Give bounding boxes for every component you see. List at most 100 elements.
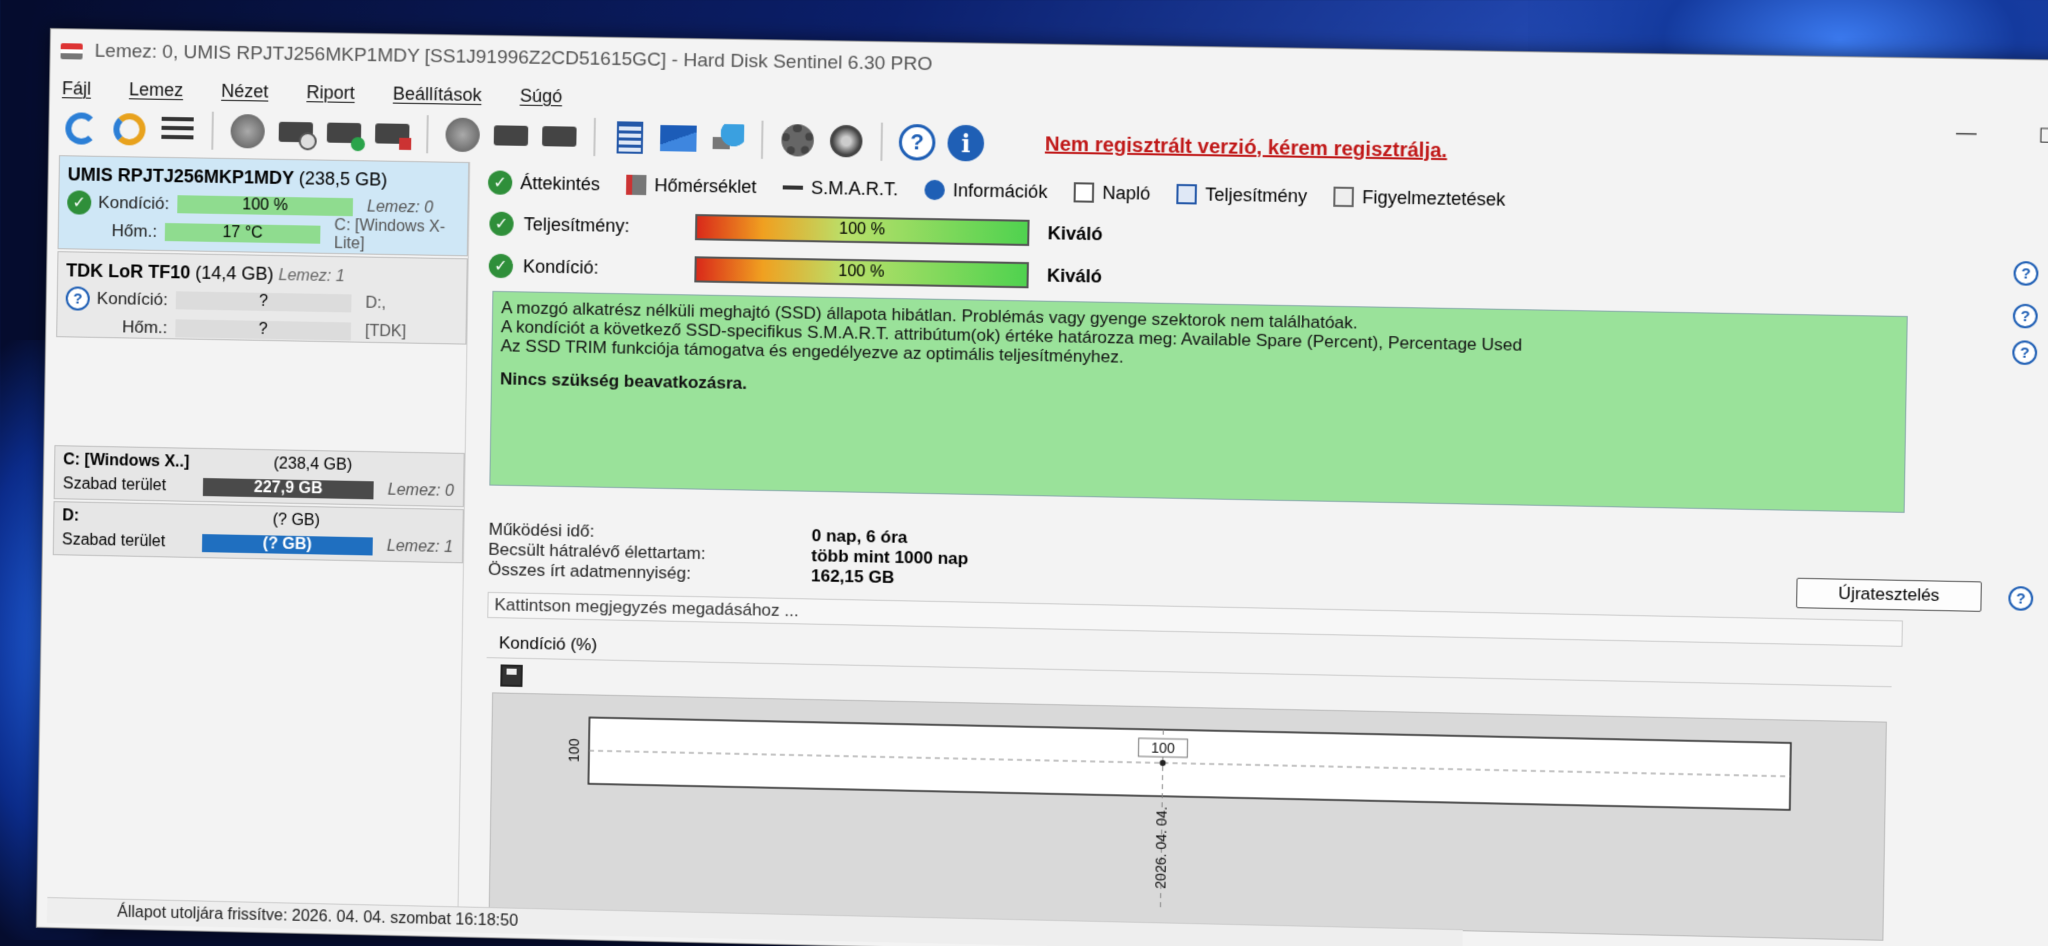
email-button[interactable] <box>658 118 699 159</box>
volume-card-0[interactable]: C: [Windows X..] (238,4 GB) Szabad terül… <box>53 445 465 508</box>
disk-temp-row: Hőm.: 17 °C C: [Windows X-Lite] <box>67 216 460 253</box>
toolbar-separator <box>426 115 429 154</box>
network-button[interactable] <box>706 119 747 160</box>
refresh-button[interactable] <box>61 108 102 149</box>
gear-icon <box>781 124 815 157</box>
window-title: Lemez: 0, UMIS RPJTJ256MKP1MDY [SS1J9199… <box>94 40 933 76</box>
message-help-icon[interactable]: ? <box>2012 340 2038 366</box>
volume-disk-index: Lemez: 1 <box>386 537 454 557</box>
disk-alert-button[interactable] <box>372 113 413 154</box>
tab-temperature[interactable]: Hőmérséklet <box>626 174 757 197</box>
maximize-icon[interactable]: ☐ <box>2038 123 2048 149</box>
tab-smart[interactable]: S.M.A.R.T. <box>782 177 898 200</box>
save-icon[interactable] <box>500 664 523 687</box>
performance-label: Teljesítmény: <box>523 213 630 236</box>
disk-volume: C: [Windows X-Lite] <box>333 216 446 253</box>
disk-list-empty-space <box>54 339 466 453</box>
tab-label: Figyelmeztetések <box>1362 186 1506 210</box>
free-space-label: Szabad terület <box>61 531 166 551</box>
tab-info[interactable]: Információk <box>924 179 1048 202</box>
refresh-all-icon <box>113 113 146 146</box>
volume-size: (238,4 GB) <box>273 455 353 474</box>
network-icon <box>709 123 745 155</box>
temp-bar: 17 °C <box>164 223 321 244</box>
help-button[interactable]: ? <box>897 122 938 163</box>
toolbar-separator <box>211 111 214 150</box>
volume-name: D: <box>62 507 80 525</box>
volume-disk-index: Lemez: 0 <box>387 481 454 500</box>
chart-icon <box>1176 183 1198 205</box>
check-icon: ✓ <box>488 253 514 279</box>
tab-alerts[interactable]: Figyelmeztetések <box>1333 186 1506 210</box>
question-icon: ? <box>65 286 90 311</box>
menu-help[interactable]: Súgó <box>520 85 563 107</box>
plot-area <box>588 718 1790 810</box>
disk-tools-button[interactable] <box>491 115 532 156</box>
toolbar-separator <box>880 122 883 161</box>
condition-label: Kondíció: <box>98 192 170 214</box>
condition-label: Kondíció: <box>96 288 168 310</box>
info-button[interactable]: i <box>945 123 986 164</box>
disk-schedule-button[interactable] <box>275 112 316 153</box>
mail-icon <box>659 125 697 152</box>
disk-ok-icon <box>326 122 362 144</box>
list-button[interactable] <box>157 110 198 151</box>
disk-name: UMIS RPJTJ256MKP1MDY <box>67 164 295 189</box>
backup-button[interactable] <box>539 116 580 157</box>
help-icon: ? <box>898 123 936 161</box>
menu-report[interactable]: Riport <box>306 82 355 104</box>
surface-test-button[interactable] <box>442 114 483 155</box>
disk-card-0[interactable]: UMIS RPJTJ256MKP1MDY (238,5 GB) ✓ Kondíc… <box>57 155 470 257</box>
tab-overview[interactable]: ✓ Áttekintés <box>487 170 601 196</box>
disk-card-1[interactable]: TDK LoR TF10 (14,4 GB) Lemez: 1 ? Kondíc… <box>56 251 468 345</box>
y-tick-label: 100 <box>566 738 583 762</box>
thermometer-icon <box>626 174 647 196</box>
condition-bar: 100 % <box>694 256 1029 289</box>
menu-settings[interactable]: Beállítások <box>393 83 482 105</box>
window-controls: — ☐ <box>1956 122 2048 149</box>
menu-disk[interactable]: Lemez <box>129 79 183 101</box>
disk-test-button[interactable] <box>227 111 268 152</box>
tab-log[interactable]: Napló <box>1073 182 1151 204</box>
tab-label: Teljesítmény <box>1204 183 1308 206</box>
disk-ok-button[interactable] <box>324 112 365 153</box>
disk-vendor: [TDK] <box>364 322 407 341</box>
menu-file[interactable]: Fájl <box>62 78 91 99</box>
condition-bar: ? <box>175 291 352 313</box>
tab-performance[interactable]: Teljesítmény <box>1176 183 1307 206</box>
details-panel: ✓ Áttekintés Hőmérséklet S.M.A.R.T. Infor… <box>469 162 2048 944</box>
document-icon <box>1073 182 1095 203</box>
app-icon <box>60 43 83 60</box>
refresh-all-button[interactable] <box>109 109 150 150</box>
stat-value: 0 nap, 6 óra <box>811 525 908 547</box>
condition-help-icon[interactable]: ? <box>2012 303 2038 329</box>
disk-list-panel: UMIS RPJTJ256MKP1MDY (238,5 GB) ✓ Kondíc… <box>47 155 471 915</box>
disk-alert-icon <box>375 123 410 144</box>
settings-button[interactable] <box>777 120 818 161</box>
info-icon: i <box>947 124 985 162</box>
tab-label: Napló <box>1102 182 1151 204</box>
data-label: 100 <box>1151 739 1175 756</box>
menu-view[interactable]: Nézet <box>221 80 268 102</box>
disk-index: Lemez: 0 <box>366 198 434 217</box>
condition-bar: 100 % <box>177 195 354 217</box>
disk-name: TDK LoR TF10 <box>66 260 191 283</box>
condition-label: Kondíció: <box>522 255 599 278</box>
tab-label: Információk <box>952 179 1048 202</box>
dash-icon <box>782 185 804 190</box>
status-message: A mozgó alkatrész nélküli meghajtó (SSD)… <box>489 290 1908 513</box>
speaker-icon <box>829 124 863 158</box>
sound-button[interactable] <box>826 121 867 162</box>
register-link[interactable]: Nem regisztrált verzió, kérem regisztrál… <box>1045 133 1447 163</box>
retest-button[interactable]: Újratesztelés <box>1796 577 1982 612</box>
toolbar-separator <box>760 120 764 159</box>
tab-label: Áttekintés <box>520 172 601 194</box>
minimize-icon[interactable]: — <box>1956 122 1977 148</box>
retest-help-icon[interactable]: ? <box>2008 586 2034 611</box>
condition-verdict: Kiváló <box>1046 264 1103 287</box>
volume-card-1[interactable]: D: (? GB) Szabad terület (? GB) Lemez: 1 <box>52 501 464 564</box>
disk-stats: Működési idő: 0 nap, 6 óra Becsült hátral… <box>488 520 969 590</box>
info-icon <box>924 179 946 201</box>
condition-chart-svg: 100 100 2026. 04. 04. <box>566 693 1888 941</box>
report-button[interactable] <box>609 117 650 158</box>
